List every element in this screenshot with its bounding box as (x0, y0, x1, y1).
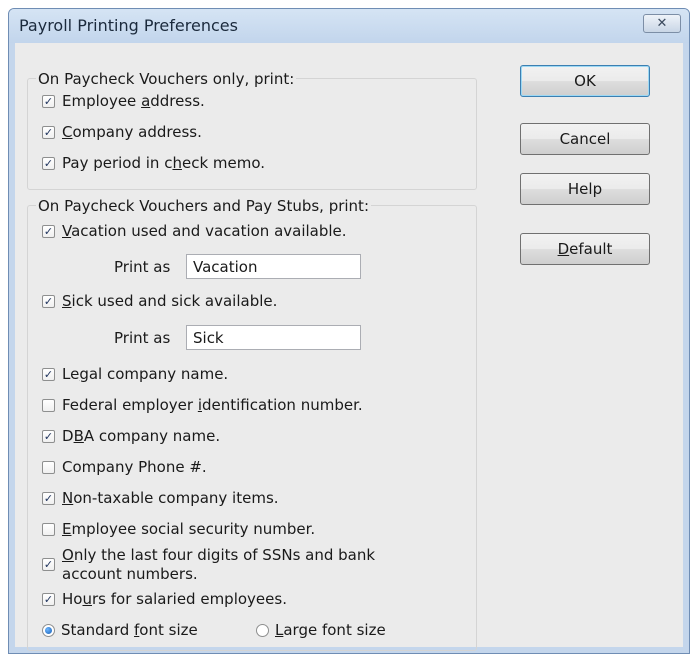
employee-ssn-checkbox[interactable]: Employee social security number. (42, 519, 315, 539)
vacation-print-as-label: Print as (114, 258, 171, 276)
company-phone-checkbox[interactable]: Company Phone #. (42, 457, 207, 477)
vouchers-only-group: On Paycheck Vouchers only, print: ✓ Empl… (27, 70, 477, 190)
vouchers-and-stubs-group: On Paycheck Vouchers and Pay Stubs, prin… (27, 197, 477, 651)
vacation-print-as-field[interactable] (186, 254, 361, 279)
standard-font-radio-icon (42, 623, 55, 637)
close-icon: ✕ (656, 16, 668, 31)
company-phone-label: Company Phone #. (62, 457, 207, 476)
sick-label: Sick used and sick available. (62, 291, 278, 310)
company-address-check-icon: ✓ (42, 125, 55, 139)
last-four-digits-check-icon: ✓ (42, 558, 55, 571)
employee-address-label: Employee address. (62, 91, 205, 110)
legal-company-name-check-icon: ✓ (42, 367, 55, 381)
cancel-button[interactable]: Cancel (520, 123, 650, 155)
title-bar: Payroll Printing Preferences ✕ (9, 9, 689, 43)
employee-ssn-label: Employee social security number. (62, 519, 316, 538)
federal-ein-label: Federal employer identification number. (62, 395, 363, 414)
radio-selected-dot (45, 626, 52, 634)
dba-company-name-label: DBA company name. (62, 426, 221, 445)
non-taxable-items-check-icon: ✓ (42, 491, 55, 505)
vacation-checkbox[interactable]: ✓ Vacation used and vacation available. (42, 221, 347, 241)
large-font-label: Large font size (275, 620, 386, 639)
hours-salaried-check-icon: ✓ (42, 592, 55, 606)
hours-salaried-label: Hours for salaried employees. (62, 589, 287, 608)
standard-font-radio[interactable]: Standard font size (42, 620, 198, 640)
company-phone-check-icon (42, 460, 55, 474)
legal-company-name-label: Legal company name. (62, 364, 229, 383)
employee-address-check-icon: ✓ (42, 94, 55, 108)
last-four-digits-checkbox[interactable]: ✓ Only the last four digits of SSNs and … (42, 546, 375, 584)
sick-print-as-label: Print as (114, 329, 171, 347)
standard-font-label: Standard font size (61, 620, 198, 639)
pay-period-memo-checkbox[interactable]: ✓ Pay period in check memo. (42, 153, 265, 173)
close-button[interactable]: ✕ (643, 14, 681, 33)
ok-button[interactable]: OK (520, 65, 650, 97)
dba-company-name-check-icon: ✓ (42, 429, 55, 443)
sick-checkbox[interactable]: ✓ Sick used and sick available. (42, 291, 277, 311)
payroll-printing-preferences-dialog: Payroll Printing Preferences ✕ On Payche… (8, 8, 690, 654)
sick-print-as-field[interactable] (186, 325, 361, 350)
last-four-digits-label: Only the last four digits of SSNs and ba… (62, 546, 376, 583)
federal-ein-checkbox[interactable]: Federal employer identification number. (42, 395, 363, 415)
large-font-radio-icon (256, 623, 269, 637)
large-font-radio[interactable]: Large font size (256, 620, 386, 640)
employee-ssn-check-icon (42, 522, 55, 536)
vacation-label: Vacation used and vacation available. (62, 221, 347, 240)
company-address-checkbox[interactable]: ✓ Company address. (42, 122, 202, 142)
dialog-body: On Paycheck Vouchers only, print: ✓ Empl… (15, 43, 683, 651)
dba-company-name-checkbox[interactable]: ✓ DBA company name. (42, 426, 220, 446)
non-taxable-items-checkbox[interactable]: ✓ Non-taxable company items. (42, 488, 279, 508)
default-button[interactable]: Default (520, 233, 650, 265)
legal-company-name-checkbox[interactable]: ✓ Legal company name. (42, 364, 228, 384)
pay-period-memo-label: Pay period in check memo. (62, 153, 266, 172)
non-taxable-items-label: Non-taxable company items. (62, 488, 279, 507)
vouchers-only-group-label: On Paycheck Vouchers only, print: (36, 70, 297, 88)
vacation-check-icon: ✓ (42, 224, 55, 238)
company-address-label: Company address. (62, 122, 202, 141)
help-button[interactable]: Help (520, 173, 650, 205)
default-button-label: Default (557, 240, 613, 258)
pay-period-memo-check-icon: ✓ (42, 156, 55, 170)
sick-check-icon: ✓ (42, 294, 55, 308)
window-title: Payroll Printing Preferences (19, 16, 238, 35)
vouchers-and-stubs-group-label: On Paycheck Vouchers and Pay Stubs, prin… (36, 197, 371, 215)
federal-ein-check-icon (42, 398, 55, 412)
employee-address-checkbox[interactable]: ✓ Employee address. (42, 91, 205, 111)
hours-salaried-checkbox[interactable]: ✓ Hours for salaried employees. (42, 589, 287, 609)
